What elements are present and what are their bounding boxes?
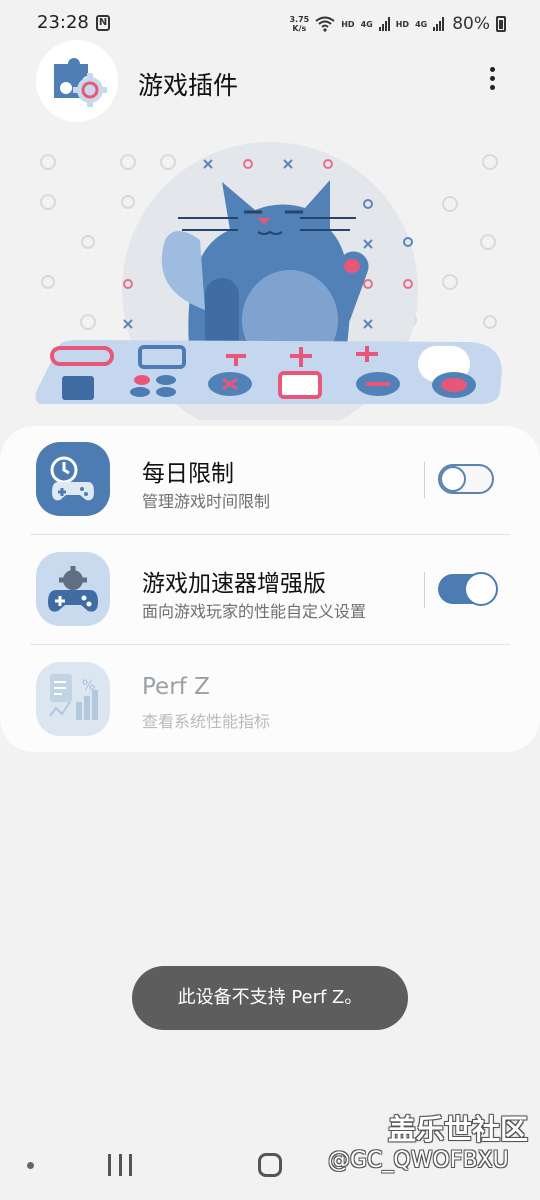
signal-icon-1 (378, 17, 390, 31)
item-subtitle: 查看系统性能指标 (142, 712, 271, 731)
app-logo (36, 40, 118, 122)
list-item-perf-z[interactable]: % Perf Z 查看系统性能指标 (0, 646, 540, 754)
lte-label-2: 4G (415, 19, 428, 29)
toast-message: 此设备不支持 Perf Z。 (132, 966, 408, 1030)
toggle-divider (424, 572, 425, 608)
item-subtitle: 面向游戏玩家的性能自定义设置 (142, 602, 367, 621)
list-item-daily-limit[interactable]: 每日限制 管理游戏时间限制 (0, 426, 540, 534)
hero-illustration (35, 142, 502, 420)
puzzle-gear-icon (54, 58, 107, 107)
item-title: 游戏加速器增强版 (142, 571, 326, 597)
hd-label-1: HD (341, 19, 355, 29)
gamepad-gear-icon (36, 552, 110, 626)
more-options-button[interactable] (482, 64, 502, 100)
gamepad-timer-icon (36, 442, 110, 516)
recent-bar (129, 1154, 132, 1176)
divider (30, 534, 510, 535)
battery-icon (496, 16, 506, 32)
item-title: 每日限制 (142, 461, 234, 487)
item-title: Perf Z (142, 674, 210, 700)
plugin-list-card: 每日限制 管理游戏时间限制 游戏加速器增强版 面向游戏玩家的性能自定义设置 % … (0, 426, 540, 752)
more-dot (489, 76, 495, 81)
daily-limit-toggle[interactable] (438, 464, 494, 494)
watermark-handle: @GC_QWOFBXU (328, 1148, 509, 1173)
home-button[interactable] (258, 1153, 282, 1177)
more-dot (489, 85, 495, 90)
recent-bar (118, 1154, 122, 1176)
more-vertical-icon (489, 67, 495, 72)
game-booster-toggle[interactable] (438, 572, 498, 606)
recent-apps-button[interactable] (108, 1154, 132, 1176)
net-speed-value: 3.75 (289, 15, 310, 24)
signal-icon-2 (433, 17, 445, 31)
net-speed: 3.75 K/s (289, 15, 309, 33)
nav-keyboard-dot[interactable] (27, 1162, 34, 1169)
divider (30, 644, 510, 645)
net-speed-unit: K/s (292, 24, 307, 33)
hd-label-2: HD (395, 19, 410, 29)
status-time: 23:28 (37, 12, 89, 33)
wifi-icon (315, 16, 335, 32)
list-item-game-booster-plus[interactable]: 游戏加速器增强版 面向游戏玩家的性能自定义设置 (0, 536, 540, 644)
battery-percent: 80% (452, 14, 490, 34)
item-subtitle: 管理游戏时间限制 (142, 492, 271, 511)
toggle-divider (424, 462, 425, 498)
performance-chart-icon: % (36, 662, 110, 736)
watermark-title: 盖乐世社区 (387, 1113, 528, 1146)
toggle-knob (464, 572, 498, 606)
recent-bar (108, 1154, 111, 1176)
lte-label-1: 4G (360, 19, 373, 29)
toggle-knob (440, 466, 466, 492)
nfc-icon: N (96, 15, 110, 31)
page-title: 游戏插件 (138, 71, 239, 100)
status-indicators: 3.75 K/s HD 4G HD 4G 80% (289, 10, 506, 38)
